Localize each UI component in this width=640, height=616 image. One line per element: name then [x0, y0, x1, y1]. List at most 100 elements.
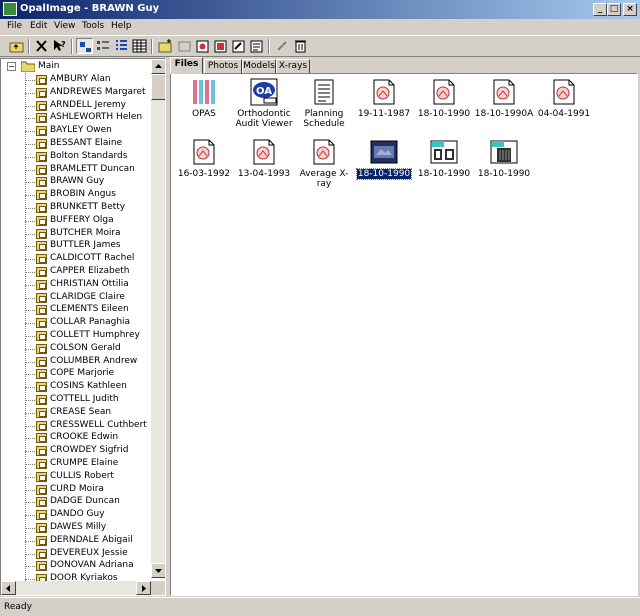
delete-button[interactable]: [33, 38, 50, 54]
import-image-button[interactable]: [194, 38, 211, 54]
collapse-icon[interactable]: −: [7, 62, 16, 71]
photo-image-icon: [370, 138, 398, 166]
toolbar-separator: [28, 39, 30, 54]
patient-image-icon: [36, 343, 47, 354]
file-list-view[interactable]: OPAS OA Orthodontic Audit Viewer Planning S…: [170, 73, 638, 596]
up-folder-button[interactable]: [8, 38, 25, 54]
tree-item-label: CLEMENTS Eileen: [50, 304, 129, 315]
tree-vertical-scrollbar[interactable]: [151, 59, 165, 578]
patient-image-icon: [36, 139, 47, 149]
disabled-tool-button[interactable]: [176, 38, 193, 54]
disabled-tool-button[interactable]: [274, 38, 291, 54]
patient-image-icon: [36, 87, 47, 98]
file-item[interactable]: 18-10-1990A: [474, 78, 534, 119]
patient-image-icon: [36, 279, 47, 290]
menu-file[interactable]: File: [7, 21, 22, 31]
patient-image-icon: [36, 548, 47, 559]
list-view-button[interactable]: [113, 38, 130, 54]
file-item-label: 18-10-1990: [417, 169, 471, 179]
scroll-down-button[interactable]: [151, 563, 165, 578]
file-item[interactable]: OA Orthodontic Audit Viewer: [234, 78, 294, 129]
tree-item-label: Bolton Standards: [50, 150, 128, 161]
tree-item-label: BUFFERY Olga: [50, 214, 114, 225]
menu-tools[interactable]: Tools: [82, 21, 104, 31]
small-icons-button[interactable]: [95, 38, 112, 54]
file-item[interactable]: OPAS: [174, 78, 234, 119]
file-item-label: 19-11-1987: [357, 109, 411, 119]
patient-tree[interactable]: − Main AMBURY Alan ANDREWES Margaret ARNDE…: [0, 58, 166, 596]
status-text: Ready: [4, 602, 32, 612]
tab-files[interactable]: Files: [170, 57, 203, 74]
tree-item-label: CLARIDGE Claire: [50, 291, 125, 302]
tab-photos[interactable]: Photos: [204, 59, 242, 74]
tree-branch-line: [25, 259, 35, 261]
xray-image-icon: [250, 138, 278, 166]
tree-branch-line: [25, 208, 35, 209]
edit-image-button[interactable]: [230, 38, 247, 54]
patient-image-icon: [36, 203, 47, 213]
patient-image-icon: [36, 177, 47, 188]
scan-image-icon: [490, 138, 518, 166]
tree-branch-line: [25, 476, 35, 478]
tree-item-label: CURD Moira: [50, 483, 104, 494]
file-item[interactable]: Average X-ray: [294, 138, 354, 189]
document-icon: [310, 78, 338, 106]
app-icon[interactable]: [3, 2, 17, 16]
scroll-right-button[interactable]: [136, 581, 151, 595]
image-properties-button[interactable]: [248, 38, 265, 54]
patient-image-icon: [36, 497, 47, 508]
tree-branch-line: [25, 233, 35, 235]
patient-image-icon: [36, 420, 47, 431]
trash-button[interactable]: [292, 38, 309, 54]
file-item-label: 13-04-1993: [237, 169, 291, 179]
tree-branch-line: [25, 361, 35, 363]
tree-item-label: COLLAR Panaghia: [50, 317, 131, 328]
file-item[interactable]: 18-10-1990: [414, 78, 474, 119]
menu-edit[interactable]: Edit: [30, 21, 47, 31]
patient-image-icon: [36, 241, 47, 252]
menu-view[interactable]: View: [54, 21, 75, 31]
tree-branch-line: [25, 92, 35, 94]
large-icons-button[interactable]: [76, 38, 93, 54]
tree-item-label: COSINS Kathleen: [50, 381, 127, 392]
tree-root-label: Main: [38, 61, 60, 71]
minimize-button[interactable]: _: [593, 3, 607, 16]
file-item[interactable]: 18-10-1990: [414, 138, 474, 179]
scroll-left-button[interactable]: [1, 581, 16, 595]
file-item[interactable]: Planning Schedule: [294, 78, 354, 129]
file-item[interactable]: 16-03-1992: [174, 138, 234, 179]
file-item-label: OPAS: [192, 109, 216, 119]
tree-item-label: COTTELL Judith: [50, 394, 119, 404]
tree-horizontal-scrollbar[interactable]: [1, 581, 151, 595]
tree-item-label: BESSANT Elaine: [50, 138, 123, 148]
tree-branch-line: [25, 118, 35, 120]
capture-image-button[interactable]: [212, 38, 229, 54]
patient-image-icon: [36, 523, 47, 533]
file-item[interactable]: 13-04-1993: [234, 138, 294, 179]
whats-this-help-button[interactable]: ?: [51, 38, 68, 54]
maximize-button[interactable]: □: [607, 3, 621, 16]
tree-branch-line: [25, 336, 35, 337]
toolbar-separator: [268, 39, 270, 54]
file-item[interactable]: 18-10-1990: [354, 138, 414, 180]
close-button[interactable]: ×: [623, 3, 637, 16]
tab-models[interactable]: Models: [242, 59, 276, 74]
xray-image-icon: [490, 78, 518, 106]
menu-help[interactable]: Help: [111, 21, 132, 31]
tree-branch-line: [25, 566, 35, 568]
patient-image-icon: [36, 305, 47, 316]
tree-item-label: COLUMBER Andrew: [50, 355, 138, 366]
file-item[interactable]: 04-04-1991: [534, 78, 594, 119]
tree-item-label: CALDICOTT Rachel: [50, 253, 135, 264]
tree-branch-line: [25, 195, 35, 197]
scroll-up-button[interactable]: [151, 59, 165, 74]
scroll-thumb[interactable]: [151, 74, 165, 100]
details-view-button[interactable]: [131, 38, 148, 54]
new-folder-button[interactable]: [157, 38, 174, 54]
file-item[interactable]: 19-11-1987: [354, 78, 414, 119]
tab-xrays[interactable]: X-rays: [276, 59, 310, 74]
patient-image-icon: [36, 228, 47, 239]
file-item[interactable]: 18-10-1990: [474, 138, 534, 179]
patient-image-icon: [36, 356, 47, 367]
patient-image-icon: [36, 75, 47, 85]
